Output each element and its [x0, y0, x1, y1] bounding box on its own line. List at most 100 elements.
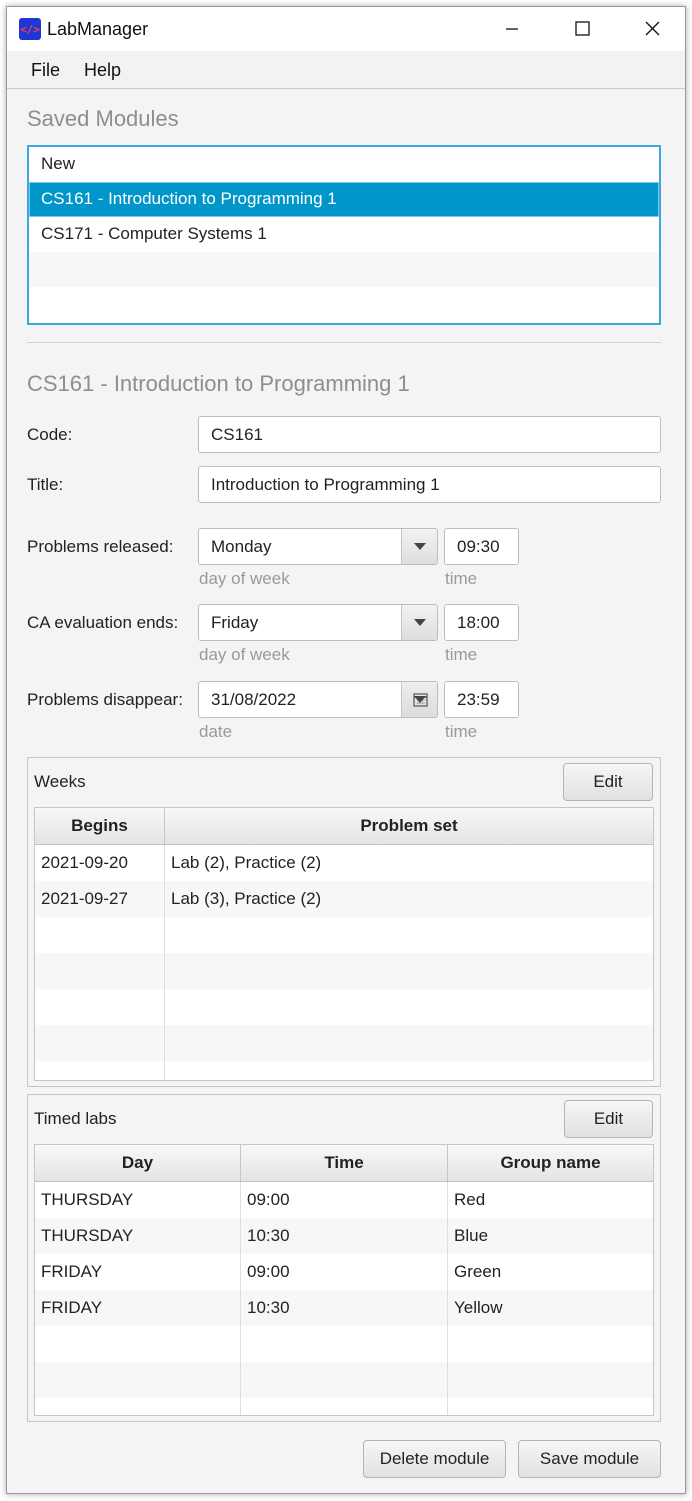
problems-disappear-label: Problems disappear:: [27, 690, 183, 709]
table-row: [35, 989, 653, 1025]
table-row[interactable]: THURSDAY 09:00 Red: [35, 1182, 653, 1218]
time-hint: time: [445, 569, 478, 588]
column-header-day[interactable]: Day: [35, 1145, 241, 1181]
ca-time-field[interactable]: 18:00: [444, 604, 519, 641]
released-time-field[interactable]: 09:30: [444, 528, 519, 565]
table-cell: [35, 1362, 241, 1398]
delete-module-button[interactable]: Delete module: [363, 1440, 506, 1478]
table-row: [35, 953, 653, 989]
minimize-icon: [506, 28, 518, 30]
table-cell: [35, 1398, 241, 1415]
chevron-down-icon[interactable]: [401, 605, 437, 640]
table-cell: [448, 1326, 653, 1362]
menu-file[interactable]: File: [31, 60, 60, 81]
time-hint: time: [445, 722, 478, 741]
table-cell: 10:30: [241, 1290, 448, 1326]
title-label: Title:: [27, 475, 64, 494]
weeks-table[interactable]: Begins Problem set 2021-09-20 Lab (2), P…: [34, 807, 654, 1081]
table-cell: [165, 1061, 653, 1080]
column-header-time[interactable]: Time: [241, 1145, 448, 1181]
close-button[interactable]: [617, 7, 687, 51]
app-window: </> LabManager File Help Saved Modules N…: [6, 6, 686, 1494]
table-cell: FRIDAY: [35, 1254, 241, 1290]
table-cell: 09:00: [241, 1182, 448, 1218]
maximize-button[interactable]: [547, 7, 617, 51]
table-cell: [35, 917, 165, 953]
table-header: Day Time Group name: [35, 1145, 653, 1182]
table-cell: FRIDAY: [35, 1290, 241, 1326]
menu-bar: File Help: [7, 51, 685, 89]
weeks-title: Weeks: [34, 772, 86, 791]
table-row: [35, 1326, 653, 1362]
table-cell: 10:30: [241, 1218, 448, 1254]
list-item-empty: [29, 252, 659, 287]
table-cell: Lab (3), Practice (2): [171, 889, 322, 908]
table-row[interactable]: 2021-09-27 Lab (3), Practice (2): [35, 881, 653, 917]
save-module-button[interactable]: Save module: [518, 1440, 661, 1478]
column-header-group-name[interactable]: Group name: [448, 1145, 653, 1181]
menu-help[interactable]: Help: [84, 60, 121, 81]
time-hint: time: [445, 645, 478, 664]
table-cell: [165, 953, 653, 989]
timed-labs-table[interactable]: Day Time Group name THURSDAY 09:00 Red T…: [34, 1144, 654, 1416]
list-item-new[interactable]: New: [29, 147, 659, 182]
divider: [27, 342, 661, 343]
disappear-date-picker[interactable]: 31/08/2022: [198, 681, 438, 718]
table-cell: [35, 1025, 165, 1061]
window-title: LabManager: [47, 19, 149, 39]
calendar-icon: [413, 693, 428, 707]
date-hint: date: [199, 722, 233, 741]
table-cell: Blue: [454, 1226, 489, 1245]
code-label: Code:: [27, 425, 73, 444]
column-header-problem-set[interactable]: Problem set: [165, 808, 653, 844]
table-cell: [165, 917, 653, 953]
table-cell: THURSDAY: [35, 1182, 241, 1218]
table-row[interactable]: FRIDAY 09:00 Green: [35, 1254, 653, 1290]
table-row: [35, 1362, 653, 1398]
table-header: Begins Problem set: [35, 808, 653, 845]
table-cell: [35, 1061, 165, 1080]
table-row[interactable]: FRIDAY 10:30 Yellow: [35, 1290, 653, 1326]
table-row: [35, 1025, 653, 1061]
day-of-week-hint: day of week: [199, 645, 290, 664]
calendar-button[interactable]: [401, 682, 437, 717]
table-cell: [165, 1025, 653, 1061]
ca-day-value: Friday: [211, 613, 259, 632]
title-bar[interactable]: </> LabManager: [7, 7, 685, 51]
weeks-panel: Weeks Edit Begins Problem set 2021-09-20…: [27, 757, 661, 1087]
table-cell: [35, 953, 165, 989]
table-cell: Yellow: [454, 1298, 503, 1317]
weeks-edit-button[interactable]: Edit: [563, 763, 653, 801]
table-cell: [241, 1326, 448, 1362]
column-header-begins[interactable]: Begins: [35, 808, 165, 844]
table-cell: Lab (2), Practice (2): [171, 853, 322, 872]
table-row: [35, 1061, 653, 1080]
released-day-select[interactable]: Monday: [198, 528, 438, 565]
table-cell: [35, 1326, 241, 1362]
table-cell: [241, 1398, 448, 1415]
problems-released-label: Problems released:: [27, 537, 174, 556]
table-cell: 09:00: [241, 1254, 448, 1290]
list-item-cs171[interactable]: CS171 - Computer Systems 1: [29, 217, 659, 252]
minimize-button[interactable]: [477, 7, 547, 51]
timed-labs-title: Timed labs: [34, 1109, 117, 1128]
ca-day-select[interactable]: Friday: [198, 604, 438, 641]
chevron-down-icon[interactable]: [401, 529, 437, 564]
table-cell: THURSDAY: [35, 1218, 241, 1254]
table-cell: [448, 1362, 653, 1398]
table-cell: [165, 989, 653, 1025]
table-row: [35, 1398, 653, 1415]
table-row[interactable]: THURSDAY 10:30 Blue: [35, 1218, 653, 1254]
title-field[interactable]: Introduction to Programming 1: [198, 466, 661, 503]
list-item-cs161[interactable]: CS161 - Introduction to Programming 1: [29, 182, 659, 217]
table-cell: 2021-09-27: [35, 881, 165, 917]
day-of-week-hint: day of week: [199, 569, 290, 588]
table-cell: [35, 989, 165, 1025]
timed-labs-edit-button[interactable]: Edit: [564, 1100, 653, 1138]
close-icon: [645, 21, 660, 36]
disappear-time-field[interactable]: 23:59: [444, 681, 519, 718]
table-cell: 2021-09-20: [35, 845, 165, 881]
code-field[interactable]: CS161: [198, 416, 661, 453]
saved-modules-list[interactable]: New CS161 - Introduction to Programming …: [27, 145, 661, 325]
table-row[interactable]: 2021-09-20 Lab (2), Practice (2): [35, 845, 653, 881]
